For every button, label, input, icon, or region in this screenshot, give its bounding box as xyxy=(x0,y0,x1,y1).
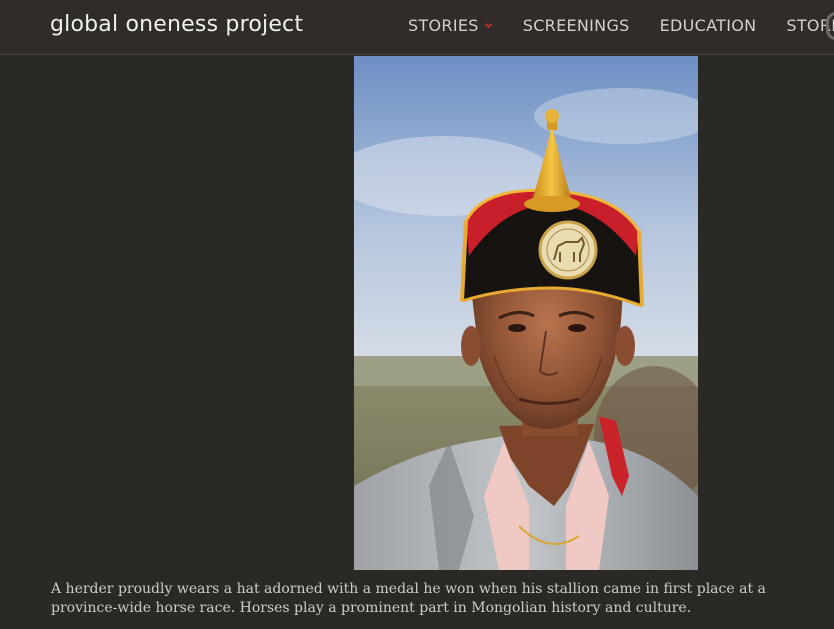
search-icon[interactable] xyxy=(826,12,834,40)
main-nav: STORIES SCREENINGS EDUCATION STORE xyxy=(408,16,834,35)
herder-portrait-photo xyxy=(354,56,698,570)
page: global oneness project STORIES SCREENING… xyxy=(0,0,834,629)
photo-caption: A herder proudly wears a hat adorned wit… xyxy=(51,581,766,616)
nav-item-label: EDUCATION xyxy=(659,16,757,35)
nav-item-screenings[interactable]: SCREENINGS xyxy=(523,16,630,35)
site-header: global oneness project STORIES SCREENING… xyxy=(0,0,834,55)
nav-item-stories[interactable]: STORIES xyxy=(408,16,493,35)
nav-item-label: SCREENINGS xyxy=(522,16,630,35)
site-logo[interactable]: global oneness project xyxy=(50,12,303,37)
nav-item-education[interactable]: EDUCATION xyxy=(660,16,757,35)
nav-item-label: STORIES xyxy=(408,16,479,35)
chevron-down-icon xyxy=(484,23,493,29)
